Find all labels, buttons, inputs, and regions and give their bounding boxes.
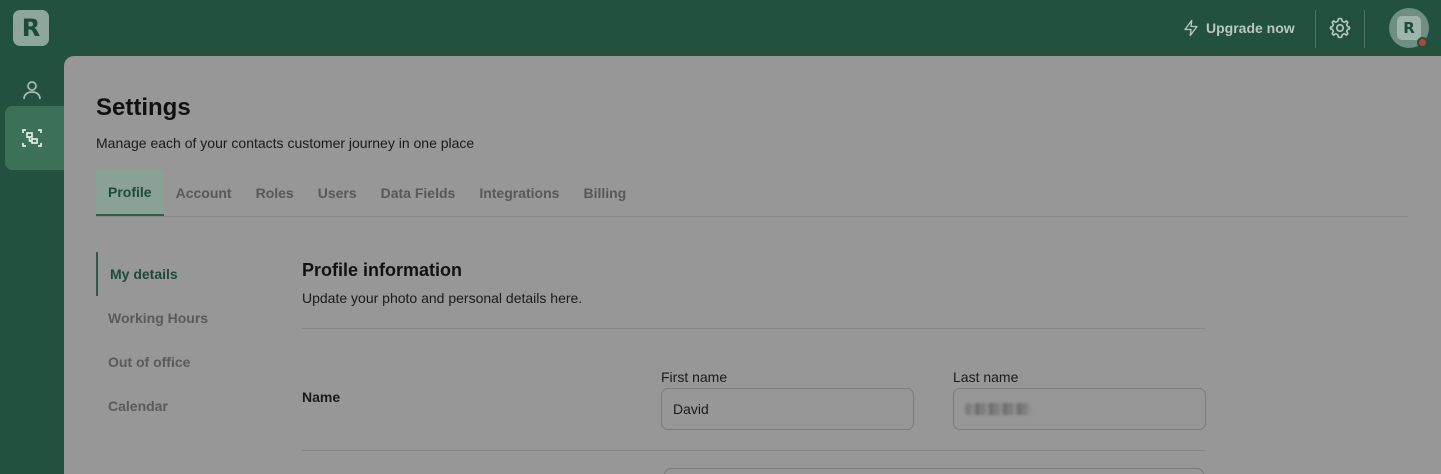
tabs-divider	[96, 216, 1408, 217]
lightning-icon	[1184, 19, 1198, 37]
last-name-field[interactable]	[953, 388, 1206, 430]
subnav-working-hours[interactable]: Working Hours	[96, 296, 266, 340]
user-icon[interactable]	[20, 78, 44, 102]
first-name-field[interactable]	[661, 388, 914, 430]
section-title: Profile information	[302, 260, 463, 280]
first-name-label: First name	[661, 369, 728, 385]
settings-tabs: Profile Account Roles Users Data Fields …	[96, 170, 638, 216]
status-dot	[1417, 37, 1428, 48]
last-name-label: Last name	[953, 369, 1019, 385]
section-divider	[302, 328, 1205, 329]
redacted-last-name	[965, 403, 1031, 415]
page-subtitle: Manage each of your contacts customer jo…	[96, 135, 475, 151]
gear-icon[interactable]	[1328, 16, 1352, 40]
first-name-input[interactable]	[673, 401, 913, 417]
profile-subnav: My details Working Hours Out of office C…	[96, 252, 266, 428]
upgrade-button[interactable]: Upgrade now	[1182, 16, 1295, 40]
tab-profile[interactable]: Profile	[96, 170, 164, 216]
tab-account[interactable]: Account	[164, 170, 244, 216]
avatar-letter: R	[1397, 16, 1421, 40]
subnav-calendar[interactable]: Calendar	[96, 384, 266, 428]
user-avatar[interactable]: R	[1389, 8, 1429, 48]
workflow-icon	[22, 129, 42, 147]
app-logo[interactable]: R	[13, 10, 49, 46]
header-divider	[1315, 10, 1316, 48]
top-bar: R Upgrade now R	[0, 0, 1441, 56]
row-divider	[302, 450, 1205, 451]
page-title: Settings	[96, 94, 191, 121]
tab-billing[interactable]: Billing	[571, 170, 638, 216]
header-divider	[1364, 10, 1365, 48]
tab-roles[interactable]: Roles	[244, 170, 306, 216]
tab-data-fields[interactable]: Data Fields	[369, 170, 468, 216]
app-logo-letter: R	[21, 14, 41, 42]
subnav-my-details[interactable]: My details	[96, 252, 266, 296]
tab-integrations[interactable]: Integrations	[467, 170, 571, 216]
name-row-label: Name	[302, 389, 341, 405]
tab-users[interactable]: Users	[306, 170, 369, 216]
settings-panel: Settings Manage each of your contacts cu…	[64, 56, 1441, 474]
subnav-out-of-office[interactable]: Out of office	[96, 340, 266, 384]
section-subtitle: Update your photo and personal details h…	[302, 290, 583, 306]
upgrade-label: Upgrade now	[1206, 20, 1295, 36]
next-field-partial[interactable]	[664, 468, 1204, 474]
